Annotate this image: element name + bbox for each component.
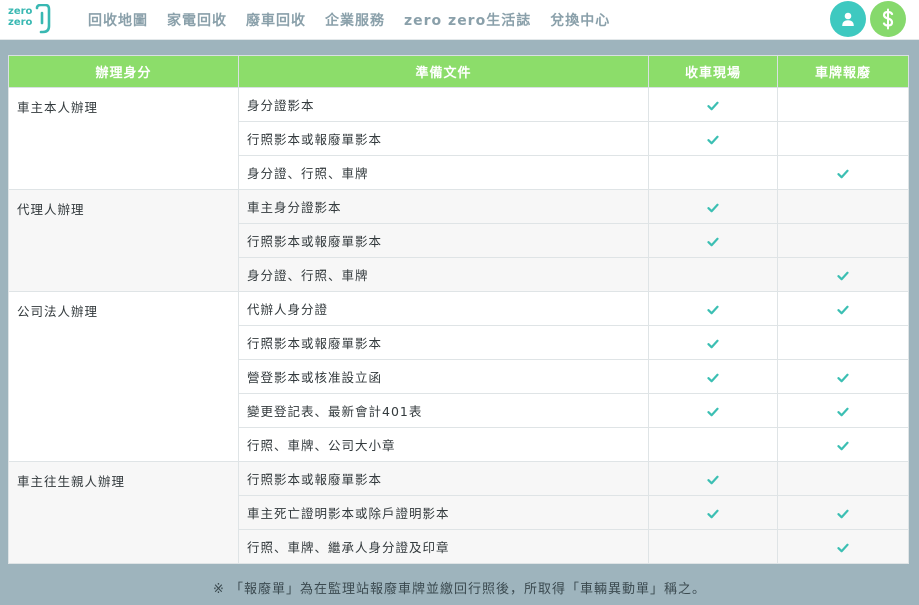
check-icon xyxy=(837,271,849,280)
table-row: 公司法人辦理 代辦人身分證 xyxy=(8,291,909,462)
plate-scrap-cell xyxy=(777,223,909,258)
document-cell: 營登影本或核准設立函 xyxy=(238,359,649,394)
plate-scrap-cell xyxy=(777,495,909,530)
footnote: ※ 「報廢單」為在監理站報廢車牌並繳回行照後，所取得「車輛異動單」稱之。 xyxy=(212,582,707,597)
nav-item[interactable]: 回收地圖 xyxy=(88,10,148,30)
check-icon xyxy=(837,407,849,416)
table-header-row: 辦理身分 準備文件 收車現場 車牌報廢 xyxy=(8,55,909,88)
document-cell: 行照影本或報廢單影本 xyxy=(238,121,649,156)
check-icon xyxy=(837,441,849,450)
identity-cell: 公司法人辦理 xyxy=(8,291,239,462)
user-icon xyxy=(842,12,854,26)
plate-scrap-cell xyxy=(777,257,909,292)
header-on-site-pickup: 收車現場 xyxy=(648,55,778,88)
on-site-cell xyxy=(648,155,778,190)
on-site-cell xyxy=(648,121,778,156)
required-documents-table: 辦理身分 準備文件 收車現場 車牌報廢 車主本人辦理 身分證影本 行照影本或報廢單影… xyxy=(8,55,909,564)
plate-scrap-cell xyxy=(777,325,909,360)
nav-item[interactable]: 兌換中心 xyxy=(550,10,610,30)
check-icon xyxy=(707,373,719,382)
top-navbar: zero zero 回收地圖 家電回收 廢車回收 企業服務 zero zero生活誌 兌換… xyxy=(0,0,919,40)
check-icon xyxy=(837,373,849,382)
on-site-cell xyxy=(648,87,778,122)
check-icon xyxy=(837,305,849,314)
check-icon xyxy=(707,407,719,416)
nav-item[interactable]: 家電回收 xyxy=(167,10,227,30)
zero-zero-logo[interactable]: zero zero xyxy=(8,4,54,34)
document-cell: 身分證、行照、車牌 xyxy=(238,257,649,292)
main-nav: 回收地圖 家電回收 廢車回收 企業服務 zero zero生活誌 兌換中心 xyxy=(88,0,629,40)
check-icon xyxy=(707,101,719,110)
on-site-cell xyxy=(648,257,778,292)
nav-item[interactable]: 廢車回收 xyxy=(246,10,306,30)
check-icon xyxy=(707,237,719,246)
plate-scrap-cell xyxy=(777,461,909,496)
check-icon xyxy=(707,475,719,484)
table-row: 代理人辦理 車主身分證影本 xyxy=(8,189,909,292)
member-button[interactable] xyxy=(830,1,866,37)
on-site-cell xyxy=(648,495,778,530)
plate-scrap-cell xyxy=(777,359,909,394)
document-cell: 身分證、行照、車牌 xyxy=(238,155,649,190)
table-row: 車主本人辦理 身分證影本 xyxy=(8,87,909,190)
document-cell: 變更登記表、最新會計401表 xyxy=(238,393,649,428)
logo-text-line2: zero xyxy=(8,17,33,28)
check-icon xyxy=(837,169,849,178)
document-cell: 行照影本或報廢單影本 xyxy=(238,325,649,360)
plate-scrap-cell xyxy=(777,189,909,224)
header-documents: 準備文件 xyxy=(238,55,649,88)
on-site-cell xyxy=(648,291,778,326)
check-icon xyxy=(707,509,719,518)
check-icon xyxy=(837,509,849,518)
on-site-cell xyxy=(648,529,778,564)
on-site-cell xyxy=(648,189,778,224)
document-cell: 行照、車牌、公司大小章 xyxy=(238,427,649,462)
on-site-cell xyxy=(648,427,778,462)
points-button[interactable] xyxy=(870,1,906,37)
dollar-icon xyxy=(882,8,894,30)
on-site-cell xyxy=(648,223,778,258)
document-cell: 身分證影本 xyxy=(238,87,649,122)
on-site-cell xyxy=(648,359,778,394)
check-icon xyxy=(707,339,719,348)
check-icon xyxy=(707,203,719,212)
check-icon xyxy=(707,305,719,314)
plate-scrap-cell xyxy=(777,291,909,326)
header-plate-scrap: 車牌報廢 xyxy=(777,55,909,88)
header-identity: 辦理身分 xyxy=(8,55,239,88)
document-cell: 車主死亡證明影本或除戶證明影本 xyxy=(238,495,649,530)
nav-item[interactable]: 企業服務 xyxy=(325,10,385,30)
plate-scrap-cell xyxy=(777,427,909,462)
document-cell: 行照影本或報廢單影本 xyxy=(238,223,649,258)
identity-cell: 代理人辦理 xyxy=(8,189,239,292)
plate-scrap-cell xyxy=(777,121,909,156)
on-site-cell xyxy=(648,461,778,496)
nav-item[interactable]: zero zero生活誌 xyxy=(404,10,531,30)
identity-cell: 車主本人辦理 xyxy=(8,87,239,190)
document-cell: 車主身分證影本 xyxy=(238,189,649,224)
on-site-cell xyxy=(648,393,778,428)
plate-scrap-cell xyxy=(777,393,909,428)
document-cell: 行照影本或報廢單影本 xyxy=(238,461,649,496)
documents-table-container: 辦理身分 準備文件 收車現場 車牌報廢 車主本人辦理 身分證影本 行照影本或報廢單影… xyxy=(8,55,909,564)
plate-scrap-cell xyxy=(777,155,909,190)
on-site-cell xyxy=(648,325,778,360)
check-icon xyxy=(837,543,849,552)
check-icon xyxy=(707,135,719,144)
plate-scrap-cell xyxy=(777,87,909,122)
logo-mark-icon xyxy=(35,4,51,34)
identity-cell: 車主往生親人辦理 xyxy=(8,461,239,564)
document-cell: 行照、車牌、繼承人身分證及印章 xyxy=(238,529,649,564)
table-row: 車主往生親人辦理 行照影本或報廢單影本 xyxy=(8,461,909,564)
logo-text-line1: zero xyxy=(8,6,33,17)
plate-scrap-cell xyxy=(777,529,909,564)
document-cell: 代辦人身分證 xyxy=(238,291,649,326)
